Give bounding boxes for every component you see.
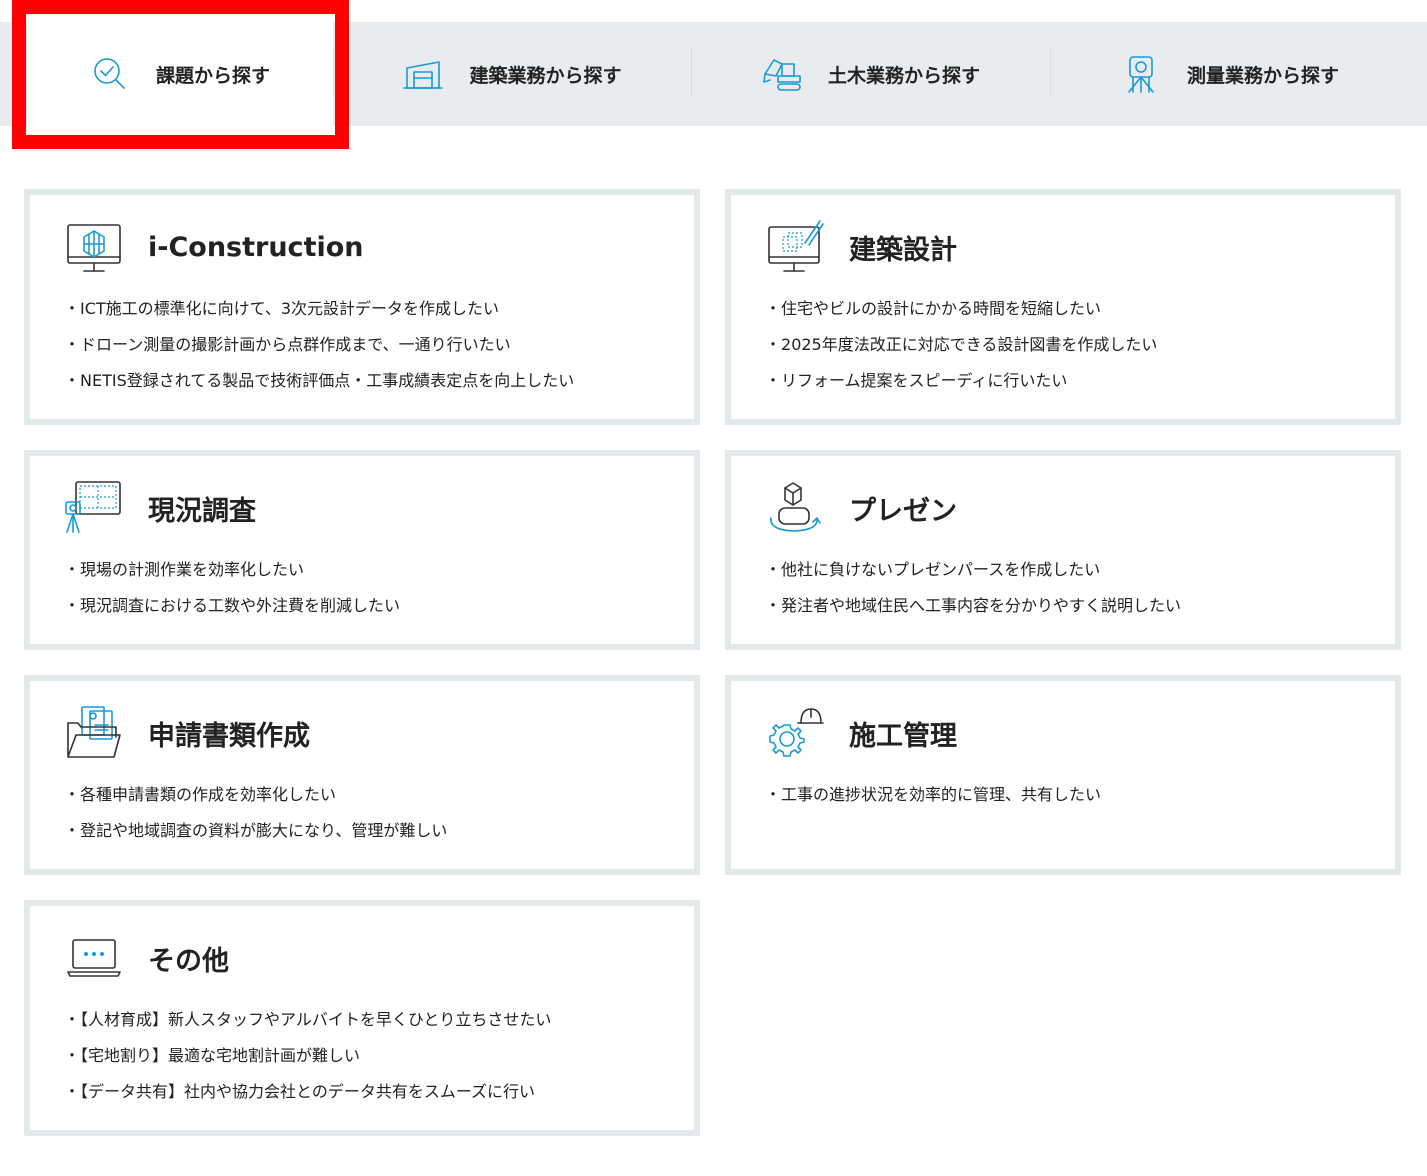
list-item[interactable]: NETIS登録されてる製品で技術評価点・工事成績表定点を向上したい: [64, 363, 694, 399]
list-item[interactable]: 各種申請書類の作成を効率化したい: [64, 777, 694, 813]
laptop-more-icon: [67, 939, 121, 977]
card-title: 施工管理: [849, 720, 957, 752]
tab-surveying[interactable]: 測量業務から探す: [1051, 22, 1409, 126]
issue-list: 現場の計測作業を効率化したい 現況調査における工数や外注費を削減したい: [64, 552, 694, 624]
list-item[interactable]: 現場の計測作業を効率化したい: [64, 552, 694, 588]
gear-helmet-icon: [769, 708, 824, 757]
tab-label: 測量業務から探す: [1186, 64, 1339, 87]
list-item[interactable]: ICT施工の標準化に向けて、3次元設計データを作成したい: [64, 291, 694, 327]
list-item[interactable]: 【データ共有】社内や協力会社とのデータ共有をスムーズに行い: [64, 1074, 694, 1110]
category-tab-bar: 課題から探す 建築業務から探す 土木業務から探す 測量業務から探す: [0, 20, 1427, 128]
list-item[interactable]: 【人材育成】新人スタッフやアルバイトを早くひとり立ちさせたい: [64, 1002, 694, 1038]
issue-list: 各種申請書類の作成を効率化したい 登記や地域調査の資料が膨大になり、管理が難しい: [64, 777, 694, 849]
folder-documents-icon: [67, 706, 121, 758]
card-title: 建築設計: [849, 234, 957, 266]
card-header: i-Construction: [64, 217, 694, 277]
card-i-construction[interactable]: i-Construction ICT施工の標準化に向けて、3次元設計データを作成…: [24, 189, 700, 425]
list-item[interactable]: リフォーム提案をスピーディに行いたい: [765, 363, 1395, 399]
list-item[interactable]: 住宅やビルの設計にかかる時間を短縮したい: [765, 291, 1395, 327]
list-item[interactable]: 【宅地割り】最適な宅地割計画が難しい: [64, 1038, 694, 1074]
issue-list: 【人材育成】新人スタッフやアルバイトを早くひとり立ちさせたい 【宅地割り】最適な…: [64, 1002, 694, 1110]
tab-issues[interactable]: 課題から探す: [27, 20, 333, 128]
card-header: 建築設計: [765, 217, 1395, 277]
tab-label: 建築業務から探す: [469, 64, 622, 87]
list-item[interactable]: 発注者や地域住民へ工事内容を分かりやすく説明したい: [765, 588, 1395, 624]
card-architectural-design[interactable]: 建築設計 住宅やビルの設計にかかる時間を短縮したい 2025年度法改正に対応でき…: [725, 189, 1401, 425]
card-header: 申請書類作成: [64, 703, 694, 763]
card-title: i-Construction: [148, 231, 364, 263]
tab-label: 課題から探す: [155, 64, 270, 87]
issue-list: 他社に負けないプレゼンパースを作成したい 発注者や地域住民へ工事内容を分かりやす…: [765, 552, 1395, 624]
card-title: 申請書類作成: [148, 720, 310, 752]
card-header: プレゼン: [765, 478, 1395, 538]
tab-architecture[interactable]: 建築業務から探す: [334, 22, 691, 126]
list-item[interactable]: 他社に負けないプレゼンパースを作成したい: [765, 552, 1395, 588]
card-other[interactable]: その他 【人材育成】新人スタッフやアルバイトを早くひとり立ちさせたい 【宅地割り…: [24, 900, 700, 1136]
surveyor-icon: [1128, 56, 1154, 93]
search-check-icon: [94, 58, 125, 89]
card-header: 施工管理: [765, 703, 1395, 763]
building-icon: [403, 61, 444, 89]
list-item[interactable]: 現況調査における工数や外注費を削減したい: [64, 588, 694, 624]
survey-screen-icon: [65, 481, 121, 533]
list-item[interactable]: 工事の進捗状況を効率的に管理、共有したい: [765, 777, 1395, 813]
card-presentation[interactable]: プレゼン 他社に負けないプレゼンパースを作成したい 発注者や地域住民へ工事内容を…: [725, 450, 1401, 650]
card-application-documents[interactable]: 申請書類作成 各種申請書類の作成を効率化したい 登記や地域調査の資料が膨大になり…: [24, 675, 700, 875]
card-construction-management[interactable]: 施工管理 工事の進捗状況を効率的に管理、共有したい: [725, 675, 1401, 875]
vr-goggles-icon: [770, 482, 821, 532]
monitor-design-icon: [768, 220, 824, 272]
excavator-icon: [763, 59, 801, 91]
card-header: 現況調査: [64, 478, 694, 538]
card-title: その他: [148, 945, 229, 977]
issue-list: 住宅やビルの設計にかかる時間を短縮したい 2025年度法改正に対応できる設計図書…: [765, 291, 1395, 399]
issue-list: 工事の進捗状況を効率的に管理、共有したい: [765, 777, 1395, 813]
issue-list: ICT施工の標準化に向けて、3次元設計データを作成したい ドローン測量の撮影計画…: [64, 291, 694, 399]
monitor-cube-icon: [67, 224, 121, 272]
list-item[interactable]: 2025年度法改正に対応できる設計図書を作成したい: [765, 327, 1395, 363]
card-header: その他: [64, 928, 694, 988]
list-item[interactable]: ドローン測量の撮影計画から点群作成まで、一通り行いたい: [64, 327, 694, 363]
card-title: 現況調査: [148, 495, 256, 527]
list-item[interactable]: 登記や地域調査の資料が膨大になり、管理が難しい: [64, 813, 694, 849]
tab-label: 土木業務から探す: [827, 64, 980, 87]
tab-civil-engineering[interactable]: 土木業務から探す: [692, 22, 1050, 126]
card-title: プレゼン: [849, 495, 957, 527]
card-site-survey[interactable]: 現況調査 現場の計測作業を効率化したい 現況調査における工数や外注費を削減したい: [24, 450, 700, 650]
